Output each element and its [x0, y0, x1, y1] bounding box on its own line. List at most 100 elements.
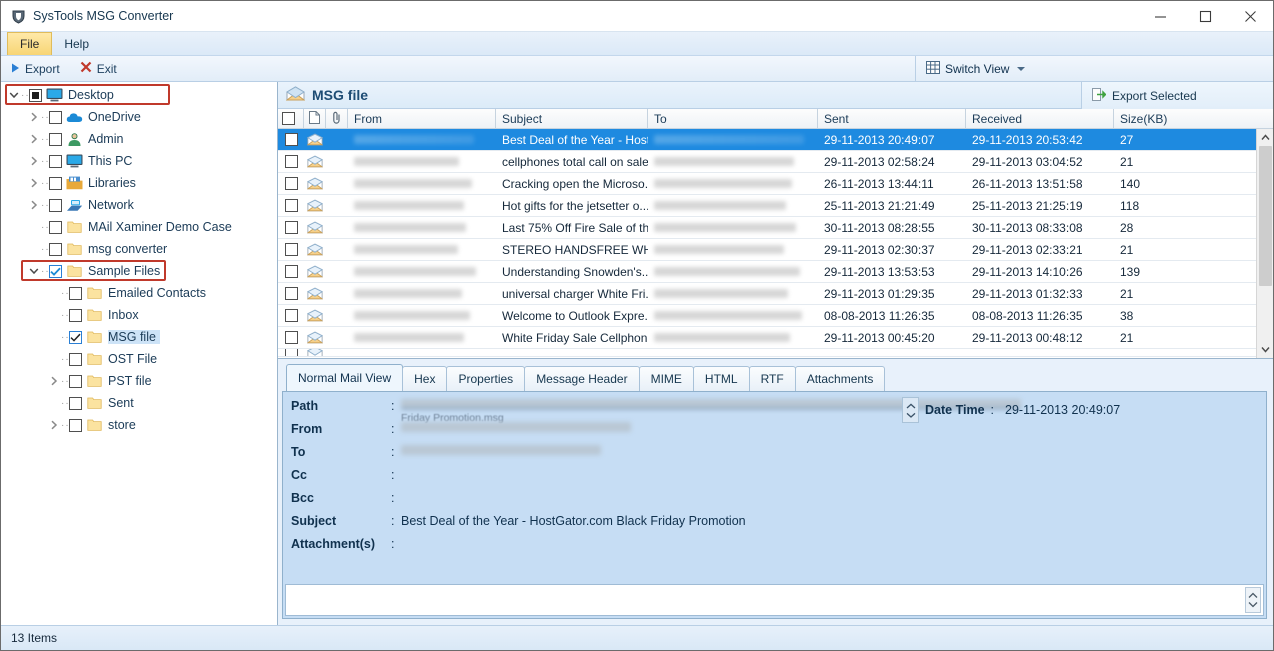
column-header-size[interactable]: Size(KB) — [1114, 109, 1273, 129]
scroll-down-arrow[interactable] — [1256, 341, 1273, 358]
detail-spinner[interactable] — [902, 397, 919, 423]
close-button[interactable] — [1228, 1, 1273, 32]
tree-item-msg-converter[interactable]: ·· msg converter — [1, 238, 277, 260]
chevron-right-icon[interactable] — [27, 200, 41, 210]
tree-item-admin[interactable]: ·· Admin — [1, 128, 277, 150]
row-checkbox-cell[interactable] — [278, 349, 304, 356]
row-checkbox-cell[interactable] — [278, 217, 304, 239]
table-row[interactable]: Last 75% Off Fire Sale of th... 30-11-201… — [278, 217, 1256, 239]
row-checkbox-cell[interactable] — [278, 151, 304, 173]
export-selected-button[interactable]: Export Selected — [1081, 82, 1273, 109]
tree-checkbox[interactable] — [49, 176, 62, 190]
row-checkbox-cell[interactable] — [278, 239, 304, 261]
row-checkbox[interactable] — [284, 331, 298, 344]
row-checkbox-cell[interactable] — [278, 195, 304, 217]
tree-item-sent[interactable]: ·· Sent — [1, 392, 277, 414]
tree-item-network[interactable]: ·· Network — [1, 194, 277, 216]
footer-spinner[interactable] — [1245, 587, 1261, 613]
table-row[interactable]: Cracking open the Microso... 26-11-2013 1… — [278, 173, 1256, 195]
tree-item-emailed-contacts[interactable]: ·· Emailed Contacts — [1, 282, 277, 304]
tree-checkbox[interactable] — [69, 352, 82, 366]
tree-item-pst-file[interactable]: ·· PST file — [1, 370, 277, 392]
tree-item-ost-file[interactable]: ·· OST File — [1, 348, 277, 370]
tree-checkbox[interactable] — [49, 110, 62, 124]
chevron-right-icon[interactable] — [27, 134, 41, 144]
exit-button[interactable]: Exit — [70, 56, 127, 82]
tab-normal-mail-view[interactable]: Normal Mail View — [286, 364, 404, 391]
column-header-to[interactable]: To — [648, 109, 818, 129]
menu-item-file[interactable]: File — [7, 32, 53, 55]
tree-checkbox[interactable] — [69, 286, 82, 300]
tree-item-this-pc[interactable]: ·· This PC — [1, 150, 277, 172]
tree-item-onedrive[interactable]: ·· OneDrive — [1, 106, 277, 128]
chevron-down-icon[interactable] — [7, 91, 21, 99]
tree-checkbox[interactable] — [29, 88, 42, 102]
column-header-select-all[interactable] — [278, 109, 304, 129]
table-row[interactable]: cellphones total call on sale 29-11-2013 … — [278, 151, 1256, 173]
tab-rtf[interactable]: RTF — [748, 366, 796, 391]
tree-item-inbox[interactable]: ·· Inbox — [1, 304, 277, 326]
switch-view-button[interactable]: Switch View — [915, 56, 1026, 82]
tree-checkbox[interactable] — [69, 396, 82, 410]
tree-item-msg-file[interactable]: ·· MSG file — [1, 326, 277, 348]
chevron-right-icon[interactable] — [27, 156, 41, 166]
scroll-up-arrow[interactable] — [1256, 129, 1273, 146]
row-checkbox[interactable] — [284, 265, 298, 278]
tab-hex[interactable]: Hex — [402, 366, 448, 391]
tree-checkbox[interactable] — [69, 418, 82, 432]
tree-item-desktop[interactable]: ·· Desktop — [1, 84, 277, 106]
table-row[interactable]: STEREO HANDSFREE WHIT... 29-11-2013 02:30… — [278, 239, 1256, 261]
tree-checkbox[interactable] — [49, 242, 62, 256]
table-row[interactable]: Hot gifts for the jetsetter o... 25-11-20… — [278, 195, 1256, 217]
tab-properties[interactable]: Properties — [446, 366, 526, 391]
tree-item-sample-files[interactable]: ·· Sample Files — [1, 260, 277, 282]
mail-list[interactable]: From Subject To Sent Received Size(KB) B… — [278, 109, 1273, 359]
chevron-right-icon[interactable] — [27, 112, 41, 122]
column-header-document[interactable] — [304, 109, 326, 129]
select-all-checkbox[interactable] — [282, 112, 295, 125]
tree-checkbox[interactable] — [49, 264, 62, 278]
row-checkbox-cell[interactable] — [278, 327, 304, 349]
tab-message-header[interactable]: Message Header — [524, 366, 640, 391]
tree-item-libraries[interactable]: ·· Libraries — [1, 172, 277, 194]
table-row[interactable]: Understanding Snowden's... 29-11-2013 13:… — [278, 261, 1256, 283]
folder-tree-pane[interactable]: ·· Desktop ·· OneDrive ·· Admin ·· This PC ·· Lib… — [1, 82, 278, 625]
table-row[interactable]: White Friday Sale Cellphon... 29-11-2013 … — [278, 327, 1256, 349]
tab-attachments[interactable]: Attachments — [794, 366, 886, 391]
row-checkbox-cell[interactable] — [278, 283, 304, 305]
row-checkbox[interactable] — [284, 243, 298, 256]
column-header-received[interactable]: Received — [966, 109, 1114, 129]
row-checkbox[interactable] — [284, 309, 298, 322]
tree-checkbox[interactable] — [49, 132, 62, 146]
row-checkbox[interactable] — [284, 199, 298, 212]
chevron-down-icon[interactable] — [27, 267, 41, 275]
export-button[interactable]: Export — [1, 56, 70, 82]
table-row[interactable]: Welcome to Outlook Expre... 08-08-2013 11… — [278, 305, 1256, 327]
tab-mime[interactable]: MIME — [638, 366, 694, 391]
tree-checkbox[interactable] — [49, 220, 62, 234]
row-checkbox[interactable] — [284, 133, 298, 146]
row-checkbox[interactable] — [284, 177, 298, 190]
row-checkbox[interactable] — [284, 349, 298, 356]
table-row[interactable]: universal charger White Fri... 29-11-2013… — [278, 283, 1256, 305]
tree-checkbox[interactable] — [69, 374, 82, 388]
chevron-right-icon[interactable] — [47, 376, 61, 386]
tree-checkbox[interactable] — [49, 154, 62, 168]
minimize-button[interactable] — [1138, 1, 1183, 32]
menu-item-help[interactable]: Help — [52, 32, 101, 55]
mail-list-scrollbar[interactable] — [1256, 129, 1273, 358]
tree-item-store[interactable]: ·· store — [1, 414, 277, 436]
row-checkbox-cell[interactable] — [278, 173, 304, 195]
row-checkbox[interactable] — [284, 287, 298, 300]
scrollbar-thumb[interactable] — [1258, 146, 1272, 286]
tree-checkbox[interactable] — [49, 198, 62, 212]
tree-checkbox[interactable] — [69, 330, 82, 344]
row-checkbox[interactable] — [284, 221, 298, 234]
row-checkbox-cell[interactable] — [278, 129, 304, 151]
row-checkbox-cell[interactable] — [278, 261, 304, 283]
chevron-right-icon[interactable] — [47, 420, 61, 430]
tab-html[interactable]: HTML — [692, 366, 750, 391]
row-checkbox[interactable] — [284, 155, 298, 168]
maximize-button[interactable] — [1183, 1, 1228, 32]
column-header-sent[interactable]: Sent — [818, 109, 966, 129]
